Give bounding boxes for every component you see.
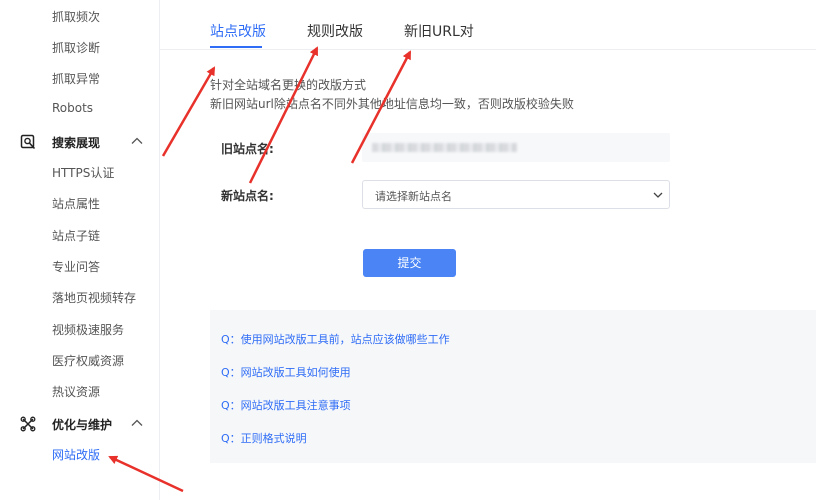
sidebar-item-robots[interactable]: Robots	[52, 101, 93, 115]
sidebar-item-sitelinks[interactable]: 站点子链	[52, 227, 100, 244]
tab-active-indicator	[210, 46, 262, 48]
arrow-to-rule-revision-tab	[248, 46, 319, 184]
sidebar-item-landing-video[interactable]: 落地页视频转存	[52, 289, 136, 306]
sidebar-group-search-label: 搜索展现	[52, 136, 101, 150]
submit-button[interactable]: 提交	[363, 249, 456, 277]
sidebar-item-crawl-frequency[interactable]: 抓取频次	[52, 8, 100, 25]
sidebar-item-crawl-errors[interactable]: 抓取异常	[52, 70, 100, 87]
tab-url-pairs[interactable]: 新旧URL对	[404, 21, 474, 41]
old-site-field	[362, 133, 670, 162]
sidebar-item-qa[interactable]: 专业问答	[52, 258, 100, 275]
tools-icon	[20, 416, 36, 432]
sidebar-item-medical[interactable]: 医疗权威资源	[52, 352, 124, 369]
sidebar-item-crawl-diagnosis[interactable]: 抓取诊断	[52, 39, 100, 56]
sidebar-item-site-revision[interactable]: 网站改版	[52, 446, 100, 463]
sidebar-group-search[interactable]: 搜索展现	[0, 130, 160, 154]
sidebar: 抓取频次 抓取诊断 抓取异常 Robots 搜索展现 HTTPS认证 站点属性 …	[0, 0, 160, 500]
faq-link[interactable]: Q：使用网站改版工具前，站点应该做哪些工作	[221, 331, 450, 347]
faq-panel: Q：使用网站改版工具前，站点应该做哪些工作 Q：网站改版工具如何使用 Q：网站改…	[210, 310, 816, 463]
faq-link[interactable]: Q：网站改版工具如何使用	[221, 364, 351, 380]
faq-link[interactable]: Q：网站改版工具注意事项	[221, 397, 351, 413]
description-line-2: 新旧网站url除站点名不同外其他地址信息均一致，否则改版校验失败	[210, 97, 574, 111]
old-site-label: 旧站点名:	[221, 142, 274, 156]
sidebar-item-hot-topics[interactable]: 热议资源	[52, 383, 100, 400]
sidebar-group-optimize[interactable]: 优化与维护	[0, 412, 160, 436]
new-site-select-value: 请选择新站点名	[375, 190, 452, 203]
chevron-up-icon[interactable]	[131, 136, 143, 146]
tab-site-revision[interactable]: 站点改版	[210, 21, 266, 41]
arrow-to-site-revision-tab	[161, 66, 216, 157]
sidebar-item-site-attributes[interactable]: 站点属性	[52, 195, 100, 212]
faq-link[interactable]: Q：正则格式说明	[221, 430, 307, 446]
new-site-select[interactable]: 请选择新站点名	[362, 180, 670, 209]
chevron-up-icon[interactable]	[131, 418, 143, 428]
sidebar-item-https[interactable]: HTTPS认证	[52, 164, 114, 181]
tab-rule-revision[interactable]: 规则改版	[307, 21, 363, 41]
sidebar-item-video-speed[interactable]: 视频极速服务	[52, 321, 124, 338]
page: 抓取频次 抓取诊断 抓取异常 Robots 搜索展现 HTTPS认证 站点属性 …	[0, 0, 816, 500]
sidebar-group-optimize-label: 优化与维护	[52, 418, 113, 432]
tab-bar: 站点改版 规则改版 新旧URL对	[160, 0, 816, 50]
description-line-1: 针对全站域名更换的改版方式	[210, 78, 367, 92]
blurred-site-name	[372, 143, 517, 152]
chevron-down-icon	[653, 192, 663, 198]
new-site-label: 新站点名:	[221, 189, 274, 203]
search-doc-icon	[20, 134, 36, 150]
